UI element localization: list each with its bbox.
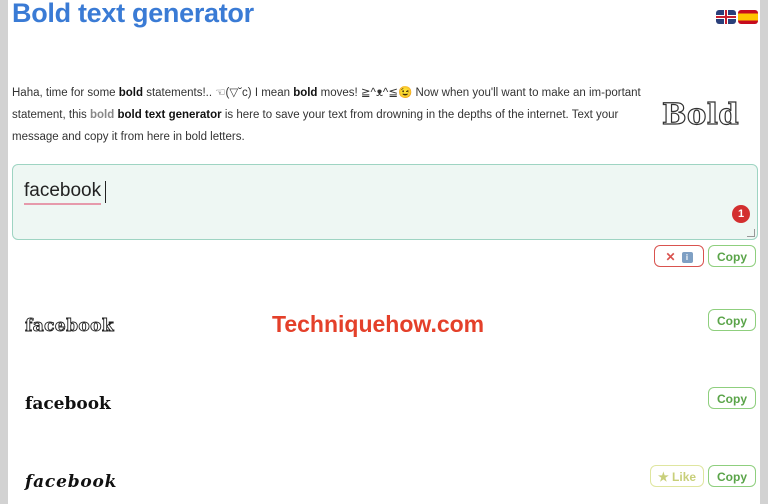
watermark: Techniquehow.com (272, 311, 485, 337)
copy-button[interactable]: Copy (708, 309, 756, 331)
copy-button[interactable]: Copy (708, 245, 756, 267)
input-value[interactable]: facebook (24, 180, 102, 205)
page: Bold text generator Haha, time for some … (8, 0, 760, 504)
bold-logo: Bold (661, 96, 740, 131)
page-title: Bold text generator (12, 0, 254, 28)
result-text-outline: facebook (25, 316, 115, 337)
intro-bold: bold (293, 87, 318, 99)
text-caret (105, 181, 106, 203)
intro-faint-bold: bold (89, 109, 115, 121)
count-badge: 1 (732, 205, 750, 223)
text-input[interactable]: facebook 1 (12, 164, 758, 240)
language-flags (716, 10, 758, 24)
intro-bold: bold text generator (117, 109, 222, 121)
spain-flag-icon[interactable] (738, 10, 758, 24)
intro-text: Haha, time for some bold statements!.. ☜… (12, 82, 642, 148)
result-text-bold: facebook (25, 394, 111, 414)
resize-handle[interactable] (747, 229, 755, 237)
clear-button[interactable]: ✕ i (654, 245, 704, 267)
like-button[interactable]: ★ Like (650, 465, 704, 487)
copy-button[interactable]: Copy (708, 387, 756, 409)
intro-segment: Haha, time for some (12, 87, 119, 99)
result-text-italic: facebook (25, 472, 118, 492)
close-icon: ✕ (665, 250, 676, 264)
uk-flag-icon[interactable] (716, 10, 736, 24)
copy-button[interactable]: Copy (708, 465, 756, 487)
intro-segment: statements!.. ☜(▽˘c) I mean (143, 87, 294, 99)
intro-bold: bold (118, 87, 144, 99)
info-icon: i (681, 252, 693, 264)
